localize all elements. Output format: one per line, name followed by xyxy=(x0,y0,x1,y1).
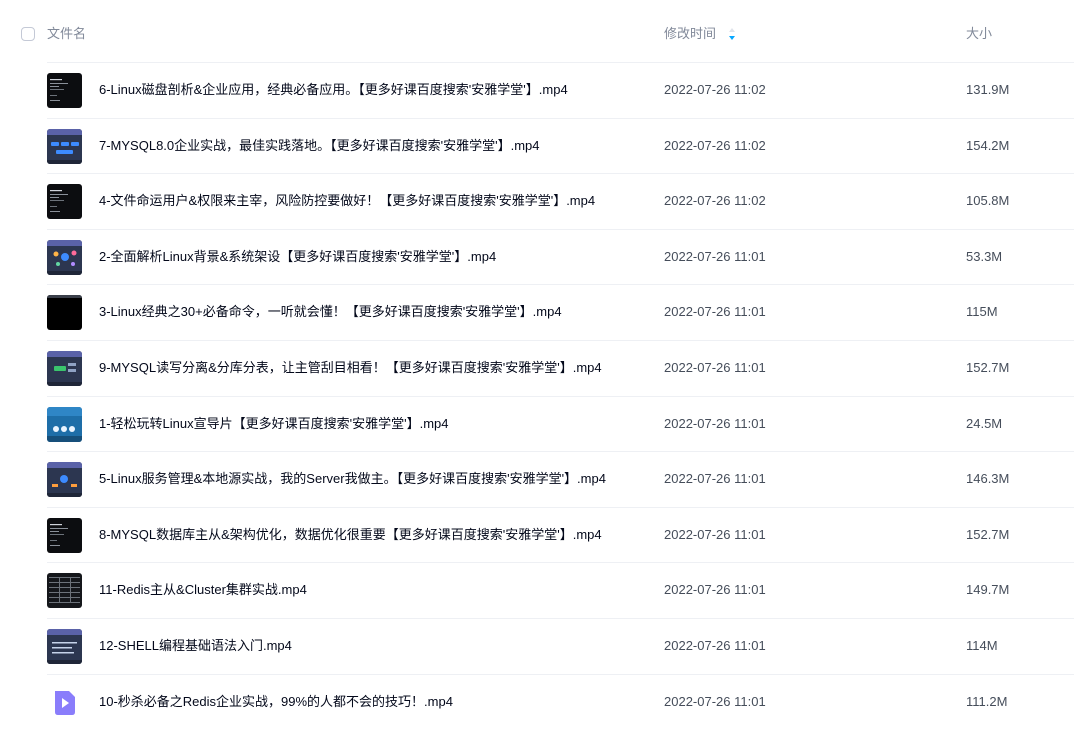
file-name[interactable]: 8-MYSQL数据库主从&架构优化，数据优化很重要【更多好课百度搜索'安雅学堂'… xyxy=(99,527,602,543)
video-thumbnail xyxy=(47,295,82,331)
file-size: 154.2M xyxy=(966,137,1010,153)
file-list-header: 文件名 修改时间 大小 xyxy=(0,0,1074,62)
file-size: 111.2M xyxy=(966,693,1008,709)
file-name[interactable]: 4-文件命运用户&权限来主宰，风险防控要做好！【更多好课百度搜索'安雅学堂'】.… xyxy=(99,193,595,209)
file-name[interactable]: 2-全面解析Linux背景&系统架设【更多好课百度搜索'安雅学堂'】.mp4 xyxy=(99,249,496,265)
file-modified-time: 2022-07-26 11:01 xyxy=(664,415,766,431)
file-row[interactable]: 10-秒杀必备之Redis企业实战，99%的人都不会的技巧！.mp4 2022-0… xyxy=(47,673,1074,729)
video-thumbnail xyxy=(47,517,82,553)
file-list: 6-Linux磁盘剖析&企业应用，经典必备应用。【更多好课百度搜索'安雅学堂'】… xyxy=(0,62,1074,729)
video-thumbnail xyxy=(47,239,82,275)
video-thumbnail xyxy=(47,184,82,220)
file-row[interactable]: 2-全面解析Linux背景&系统架设【更多好课百度搜索'安雅学堂'】.mp4 20… xyxy=(47,228,1074,285)
file-size: 152.7M xyxy=(966,359,1010,375)
video-thumbnail xyxy=(47,350,82,386)
file-name[interactable]: 3-Linux经典之30+必备命令，一听就会懂！【更多好课百度搜索'安雅学堂'】… xyxy=(99,304,562,320)
file-size: 146.3M xyxy=(966,471,1010,487)
file-modified-time: 2022-07-26 11:02 xyxy=(664,82,766,97)
file-row[interactable]: 9-MYSQL读写分离&分库分表，让主管刮目相看！【更多好课百度搜索'安雅学堂'… xyxy=(47,339,1074,396)
file-size: 149.7M xyxy=(966,582,1010,598)
video-thumbnail xyxy=(47,628,82,664)
sort-desc-icon[interactable] xyxy=(728,27,736,41)
file-name[interactable]: 10-秒杀必备之Redis企业实战，99%的人都不会的技巧！.mp4 xyxy=(99,694,453,710)
file-size: 24.5M xyxy=(966,415,1003,431)
column-header-name[interactable]: 文件名 xyxy=(47,26,86,42)
file-modified-time: 2022-07-26 11:01 xyxy=(664,248,766,264)
file-row[interactable]: 12-SHELL编程基础语法入门.mp4 2022-07-26 11:01 114M xyxy=(47,617,1074,674)
file-row[interactable]: 6-Linux磁盘剖析&企业应用，经典必备应用。【更多好课百度搜索'安雅学堂'】… xyxy=(47,62,1074,118)
video-thumbnail xyxy=(47,573,82,609)
file-modified-time: 2022-07-26 11:01 xyxy=(664,582,766,598)
file-row[interactable]: 11-Redis主从&Cluster集群实战.mp4 2022-07-26 11:… xyxy=(47,562,1074,618)
video-thumbnail xyxy=(47,462,82,498)
video-thumbnail xyxy=(47,128,82,164)
file-size: 53.3M xyxy=(966,248,1003,264)
file-row[interactable]: 4-文件命运用户&权限来主宰，风险防控要做好！【更多好课百度搜索'安雅学堂'】.… xyxy=(47,173,1074,229)
file-name[interactable]: 9-MYSQL读写分离&分库分表，让主管刮目相看！【更多好课百度搜索'安雅学堂'… xyxy=(99,360,602,376)
file-modified-time: 2022-07-26 11:01 xyxy=(664,304,766,320)
select-all-checkbox[interactable] xyxy=(21,27,35,41)
file-name[interactable]: 7-MYSQL8.0企业实战，最佳实践落地。【更多好课百度搜索'安雅学堂'】.m… xyxy=(99,138,540,154)
column-header-size[interactable]: 大小 xyxy=(966,26,992,42)
file-size: 115M xyxy=(966,304,998,320)
file-modified-time: 2022-07-26 11:02 xyxy=(664,193,766,209)
file-modified-time: 2022-07-26 11:01 xyxy=(664,471,766,487)
video-thumbnail xyxy=(47,406,82,442)
file-modified-time: 2022-07-26 11:01 xyxy=(664,359,766,375)
file-size: 105.8M xyxy=(966,193,1010,209)
file-name[interactable]: 1-轻松玩转Linux宣导片【更多好课百度搜索'安雅学堂'】.mp4 xyxy=(99,416,449,432)
file-name[interactable]: 6-Linux磁盘剖析&企业应用，经典必备应用。【更多好课百度搜索'安雅学堂'】… xyxy=(99,82,568,98)
video-file-icon xyxy=(47,684,82,720)
file-name[interactable]: 12-SHELL编程基础语法入门.mp4 xyxy=(99,638,292,654)
file-row[interactable]: 8-MYSQL数据库主从&架构优化，数据优化很重要【更多好课百度搜索'安雅学堂'… xyxy=(47,506,1074,563)
file-row[interactable]: 3-Linux经典之30+必备命令，一听就会懂！【更多好课百度搜索'安雅学堂'】… xyxy=(47,284,1074,340)
file-size: 114M xyxy=(966,637,998,653)
file-name[interactable]: 5-Linux服务管理&本地源实战，我的Server我做主。【更多好课百度搜索'… xyxy=(99,471,606,487)
file-modified-time: 2022-07-26 11:01 xyxy=(664,693,766,709)
file-name[interactable]: 11-Redis主从&Cluster集群实战.mp4 xyxy=(99,582,307,598)
file-modified-time: 2022-07-26 11:01 xyxy=(664,637,766,653)
column-header-modified-time[interactable]: 修改时间 xyxy=(664,26,716,42)
file-modified-time: 2022-07-26 11:01 xyxy=(664,526,766,542)
file-row[interactable]: 1-轻松玩转Linux宣导片【更多好课百度搜索'安雅学堂'】.mp4 2022-0… xyxy=(47,395,1074,452)
file-size: 152.7M xyxy=(966,526,1010,542)
file-modified-time: 2022-07-26 11:02 xyxy=(664,137,766,153)
video-thumbnail xyxy=(47,73,82,108)
file-row[interactable]: 5-Linux服务管理&本地源实战，我的Server我做主。【更多好课百度搜索'… xyxy=(47,451,1074,507)
file-size: 131.9M xyxy=(966,82,1010,97)
file-row[interactable]: 7-MYSQL8.0企业实战，最佳实践落地。【更多好课百度搜索'安雅学堂'】.m… xyxy=(47,117,1074,174)
